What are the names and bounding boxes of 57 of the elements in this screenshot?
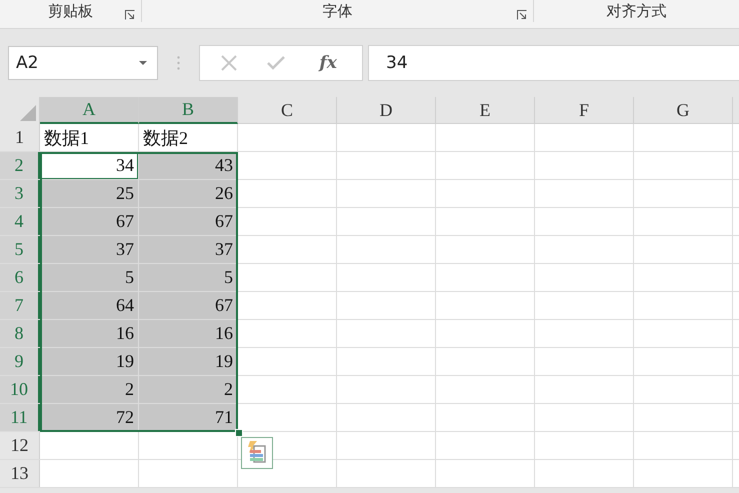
table-cell: 37 <box>139 236 238 263</box>
dialog-launcher-icon[interactable] <box>125 10 135 20</box>
insert-function-button[interactable]: fx <box>315 53 341 73</box>
table-cell: 67 <box>139 208 238 235</box>
column-header[interactable]: G <box>634 97 733 124</box>
table-cell: 5 <box>139 264 238 291</box>
quick-analysis-icon[interactable] <box>241 437 273 469</box>
table-cell: 2 <box>139 376 238 403</box>
row-header[interactable]: 3 <box>0 180 40 207</box>
column-header[interactable]: E <box>436 97 535 124</box>
table-cell: 71 <box>139 404 238 431</box>
column-header[interactable]: F <box>535 97 634 124</box>
column-header[interactable]: C <box>238 97 337 124</box>
row-header[interactable]: 4 <box>0 208 40 235</box>
row-header[interactable]: 2 <box>0 152 40 179</box>
column-header[interactable]: A <box>40 97 139 124</box>
formula-field[interactable]: 34 <box>368 45 739 81</box>
row-header[interactable]: 10 <box>0 376 40 403</box>
table-cell: 64 <box>40 292 139 319</box>
row-header[interactable]: 12 <box>0 432 40 459</box>
table-cell: 67 <box>40 208 139 235</box>
dialog-launcher-icon[interactable] <box>517 10 527 20</box>
table-cell: 72 <box>40 404 139 431</box>
column-header[interactable]: D <box>337 97 436 124</box>
row-header[interactable]: 13 <box>0 460 40 487</box>
table-cell: 67 <box>139 292 238 319</box>
table-cell: 数据2 <box>139 124 238 151</box>
table-cell: 2 <box>40 376 139 403</box>
table-cell: 16 <box>139 320 238 347</box>
table-cell: 19 <box>139 348 238 375</box>
table-cell: 43 <box>139 152 238 179</box>
name-box[interactable]: A2 <box>8 46 158 80</box>
table-cell: 26 <box>139 180 238 207</box>
row-header[interactable]: 8 <box>0 320 40 347</box>
row-header[interactable]: 7 <box>0 292 40 319</box>
ribbon-group-label: 对齐方式 <box>606 2 666 20</box>
row-header[interactable]: 5 <box>0 236 40 263</box>
row-header[interactable]: 6 <box>0 264 40 291</box>
select-all-icon[interactable] <box>20 105 36 121</box>
column-header[interactable]: B <box>139 97 238 124</box>
fill-handle[interactable] <box>235 429 243 437</box>
row-header[interactable]: 1 <box>0 124 40 151</box>
row-header[interactable]: 11 <box>0 404 40 431</box>
table-cell: 5 <box>40 264 139 291</box>
row-header[interactable]: 9 <box>0 348 40 375</box>
table-cell: 34 <box>40 152 139 179</box>
check-icon[interactable] <box>267 56 286 70</box>
table-cell: 25 <box>40 180 139 207</box>
table-cell: 16 <box>40 320 139 347</box>
table-cell: 19 <box>40 348 139 375</box>
ribbon-group-label: 剪贴板 <box>48 2 93 20</box>
cancel-icon[interactable] <box>221 55 238 71</box>
caret-icon <box>139 61 147 65</box>
table-cell: 数据1 <box>40 124 139 151</box>
ribbon-group-label: 字体 <box>322 2 352 20</box>
table-cell: 37 <box>40 236 139 263</box>
grip-icon <box>177 56 180 70</box>
